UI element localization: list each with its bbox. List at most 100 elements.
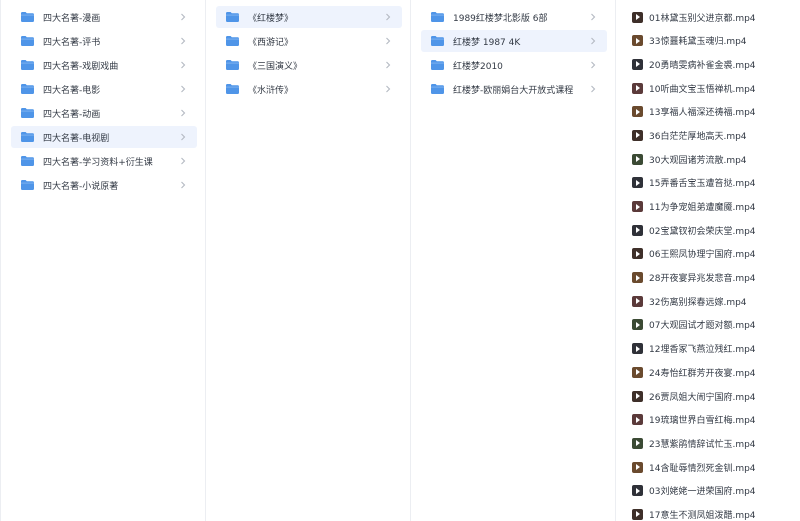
folder-item[interactable]: 四大名著-动画 bbox=[11, 102, 197, 124]
file-item[interactable]: 10听曲文宝玉悟禅机.mp4 bbox=[622, 77, 792, 99]
file-name: 12埋香冢飞燕泣残红.mp4 bbox=[649, 345, 756, 356]
folder-item[interactable]: 四大名著-漫画 bbox=[11, 6, 197, 28]
video-file-icon bbox=[632, 35, 643, 47]
video-file-icon bbox=[632, 295, 643, 307]
video-file-icon bbox=[632, 319, 643, 331]
folder-label: 四大名著-小说原著 bbox=[43, 181, 119, 192]
file-item[interactable]: 06王熙凤协理宁国府.mp4 bbox=[622, 243, 792, 265]
file-item[interactable]: 19琉璃世界白雪红梅.mp4 bbox=[622, 409, 792, 431]
folder-icon bbox=[21, 60, 34, 70]
file-item[interactable]: 07大观园试才题对额.mp4 bbox=[622, 314, 792, 336]
folder-item[interactable]: 《水浒传》 bbox=[216, 78, 402, 100]
folder-label: 红楼梦 1987 4K bbox=[453, 37, 521, 48]
file-item[interactable]: 03刘姥姥一进荣国府.mp4 bbox=[622, 480, 792, 502]
folder-icon bbox=[21, 12, 34, 22]
chevron-right-icon bbox=[384, 84, 392, 94]
file-item[interactable]: 30大观园诸芳流散.mp4 bbox=[622, 148, 792, 170]
folder-icon bbox=[21, 36, 34, 46]
folder-item[interactable]: 四大名著-小说原著 bbox=[11, 174, 197, 196]
chevron-right-icon bbox=[179, 12, 187, 22]
folder-label: 四大名著-评书 bbox=[43, 37, 101, 48]
file-name: 17意生不测凤姐泼醋.mp4 bbox=[649, 510, 756, 521]
folder-icon bbox=[226, 60, 239, 70]
column-categories[interactable]: 四大名著-漫画 四大名著-评书 四大名著-戏剧戏曲 四大名著-电影 四大名著-动… bbox=[0, 0, 206, 521]
file-name: 23慧紫鹃情辞试忙玉.mp4 bbox=[649, 439, 756, 450]
chevron-right-icon bbox=[384, 36, 392, 46]
folder-icon bbox=[226, 12, 239, 22]
file-item[interactable]: 17意生不测凤姐泼醋.mp4 bbox=[622, 503, 792, 521]
folder-item[interactable]: 四大名著-电影 bbox=[11, 78, 197, 100]
video-file-icon bbox=[632, 153, 643, 165]
folder-icon bbox=[21, 132, 34, 142]
folder-item-selected[interactable]: 四大名著-电视剧 bbox=[11, 126, 197, 148]
file-name: 36白茫茫厚地高天.mp4 bbox=[649, 131, 747, 142]
folder-label: 四大名著-漫画 bbox=[43, 13, 101, 24]
folder-item[interactable]: 红楼梦-欧丽娟台大开放式课程 bbox=[421, 78, 607, 100]
file-name: 07大观园试才题对额.mp4 bbox=[649, 321, 756, 332]
file-name: 20勇晴雯病补雀金裘.mp4 bbox=[649, 60, 756, 71]
file-name: 24寿怡红群芳开夜宴.mp4 bbox=[649, 368, 756, 379]
file-item[interactable]: 20勇晴雯病补雀金裘.mp4 bbox=[622, 53, 792, 75]
file-item[interactable]: 26贾凤姐大闹宁国府.mp4 bbox=[622, 385, 792, 407]
file-item[interactable]: 12埋香冢飞燕泣残红.mp4 bbox=[622, 338, 792, 360]
folder-label: 1989红楼梦北影版 6部 bbox=[453, 13, 548, 24]
chevron-right-icon bbox=[179, 132, 187, 142]
file-item[interactable]: 24寿怡红群芳开夜宴.mp4 bbox=[622, 361, 792, 383]
file-name: 02宝黛钗初会荣庆堂.mp4 bbox=[649, 226, 756, 237]
column-versions[interactable]: 1989红楼梦北影版 6部 红楼梦 1987 4K 红楼梦2010 红楼梦-欧丽… bbox=[411, 0, 616, 521]
chevron-right-icon bbox=[179, 180, 187, 190]
column-files[interactable]: 01林黛玉别父进京都.mp4 33惊噩耗黛玉魂归.mp4 20勇晴雯病补雀金裘.… bbox=[616, 0, 800, 521]
chevron-right-icon bbox=[589, 12, 597, 22]
file-name: 32伤离别探春远嫁.mp4 bbox=[649, 297, 747, 308]
file-item[interactable]: 11为争宠姐弟遭魔魇.mp4 bbox=[622, 196, 792, 218]
chevron-right-icon bbox=[179, 60, 187, 70]
folder-item[interactable]: 《三国演义》 bbox=[216, 54, 402, 76]
file-name: 33惊噩耗黛玉魂归.mp4 bbox=[649, 37, 747, 48]
file-item[interactable]: 14含耻辱情烈死金钏.mp4 bbox=[622, 456, 792, 478]
chevron-right-icon bbox=[384, 12, 392, 22]
folder-item[interactable]: 红楼梦2010 bbox=[421, 54, 607, 76]
file-item[interactable]: 23慧紫鹃情辞试忙玉.mp4 bbox=[622, 432, 792, 454]
folder-label: 《西游记》 bbox=[248, 37, 294, 48]
folder-icon bbox=[21, 180, 34, 190]
file-name: 13享福人福深还祷福.mp4 bbox=[649, 108, 756, 119]
folder-item-selected[interactable]: 《红楼梦》 bbox=[216, 6, 402, 28]
folder-item-selected[interactable]: 红楼梦 1987 4K bbox=[421, 30, 607, 52]
folder-item[interactable]: 1989红楼梦北影版 6部 bbox=[421, 6, 607, 28]
folder-label: 《水浒传》 bbox=[248, 85, 294, 96]
video-file-icon bbox=[632, 82, 643, 94]
video-file-icon bbox=[632, 485, 643, 497]
file-item[interactable]: 28开夜宴异兆发悲音.mp4 bbox=[622, 267, 792, 289]
column-novels[interactable]: 《红楼梦》 《西游记》 《三国演义》 《水浒传》 bbox=[206, 0, 411, 521]
folder-item[interactable]: 《西游记》 bbox=[216, 30, 402, 52]
video-file-icon bbox=[632, 437, 643, 449]
folder-icon bbox=[21, 108, 34, 118]
chevron-right-icon bbox=[589, 36, 597, 46]
file-item[interactable]: 01林黛玉别父进京都.mp4 bbox=[622, 6, 792, 28]
folder-icon bbox=[21, 84, 34, 94]
file-item[interactable]: 15弄番舌宝玉遭笞挞.mp4 bbox=[622, 172, 792, 194]
file-item[interactable]: 02宝黛钗初会荣庆堂.mp4 bbox=[622, 219, 792, 241]
file-item[interactable]: 36白茫茫厚地高天.mp4 bbox=[622, 124, 792, 146]
folder-item[interactable]: 四大名著-评书 bbox=[11, 30, 197, 52]
folder-icon bbox=[431, 12, 444, 22]
chevron-right-icon bbox=[179, 108, 187, 118]
video-file-icon bbox=[632, 343, 643, 355]
file-item[interactable]: 32伤离别探春远嫁.mp4 bbox=[622, 290, 792, 312]
column-browser: 四大名著-漫画 四大名著-评书 四大名著-戏剧戏曲 四大名著-电影 四大名著-动… bbox=[0, 0, 800, 521]
file-item[interactable]: 33惊噩耗黛玉魂归.mp4 bbox=[622, 30, 792, 52]
folder-label: 《红楼梦》 bbox=[248, 13, 294, 24]
folder-item[interactable]: 四大名著-学习资料+衍生课 bbox=[11, 150, 197, 172]
chevron-right-icon bbox=[179, 84, 187, 94]
file-name: 30大观园诸芳流散.mp4 bbox=[649, 155, 747, 166]
folder-icon bbox=[431, 36, 444, 46]
folder-icon bbox=[431, 84, 444, 94]
file-name: 19琉璃世界白雪红梅.mp4 bbox=[649, 416, 756, 427]
chevron-right-icon bbox=[589, 60, 597, 70]
file-item[interactable]: 13享福人福深还祷福.mp4 bbox=[622, 101, 792, 123]
video-file-icon bbox=[632, 366, 643, 378]
folder-label: 《三国演义》 bbox=[248, 61, 303, 72]
video-file-icon bbox=[632, 201, 643, 212]
file-name: 14含耻辱情烈死金钏.mp4 bbox=[649, 463, 756, 474]
folder-item[interactable]: 四大名著-戏剧戏曲 bbox=[11, 54, 197, 76]
